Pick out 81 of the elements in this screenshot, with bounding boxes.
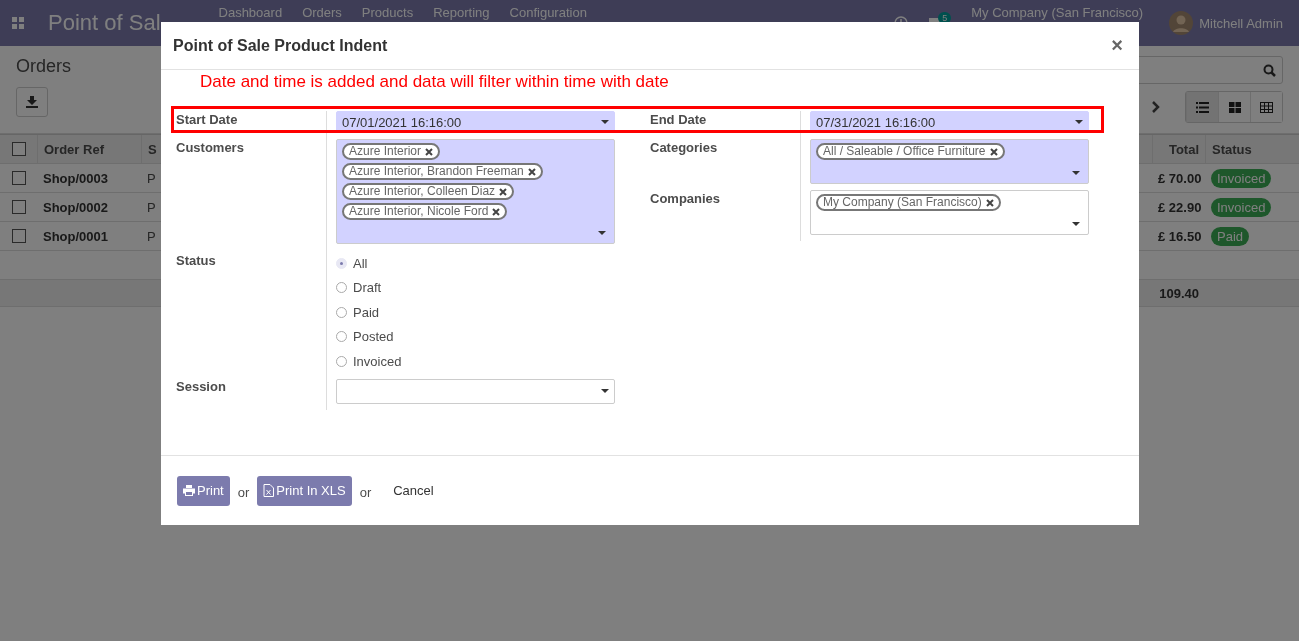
printer-icon <box>183 485 195 496</box>
radio-option[interactable]: All <box>336 254 614 273</box>
status-badge: Invoiced <box>1211 197 1272 217</box>
list-icon <box>1196 101 1209 113</box>
table-cell: P <box>147 170 156 186</box>
tags-field[interactable]: Azure Interior Azure Interior, Brandon Freeman Azure Interior, Colleen Diaz Azure Interior, Nicole Ford <box>336 139 615 244</box>
radio-option[interactable]: Paid <box>336 303 614 322</box>
table-cell: P <box>147 199 156 215</box>
radio-option[interactable]: Draft <box>336 278 614 297</box>
download-icon <box>26 96 38 108</box>
table-cell-text: Shop/0003 <box>42 170 110 186</box>
app-title: Point of Sal <box>48 10 161 36</box>
field-label: End Date <box>650 111 708 129</box>
radio-button[interactable] <box>336 306 347 318</box>
select-all-checkbox[interactable] <box>11 142 26 156</box>
field-label: Customers <box>176 139 245 157</box>
table-cell-text: £ 16.50 <box>1157 228 1203 244</box>
spreadsheet-file-icon <box>263 484 275 497</box>
caret-icon <box>1075 120 1083 124</box>
column-header[interactable]: Status <box>1205 135 1299 163</box>
download-button[interactable] <box>16 87 48 117</box>
field-label: Categories <box>650 139 719 157</box>
print-xls-button[interactable]: Print In XLS <box>257 475 352 506</box>
table-cell-text: £ 70.00 <box>1157 170 1203 186</box>
date-field[interactable]: 07/31/2021 16:16:00 <box>810 111 1089 133</box>
table-icon <box>1260 101 1273 113</box>
pivot-view-button[interactable] <box>1250 92 1282 122</box>
caret-icon <box>1072 171 1080 175</box>
table-cell-text: Shop/0002 <box>42 199 110 215</box>
remove-icon[interactable] <box>425 147 434 156</box>
row-checkbox[interactable] <box>11 229 26 243</box>
print-button[interactable]: Print <box>177 475 230 506</box>
tag[interactable]: Azure Interior, Brandon Freeman <box>342 163 543 180</box>
tag[interactable]: My Company (San Francisco) <box>816 194 1001 211</box>
date-field[interactable]: 07/01/2021 16:16:00 <box>336 111 615 133</box>
radio-button[interactable] <box>336 282 347 294</box>
dialog-title: Point of Sale Product Indent <box>173 36 388 55</box>
kanban-icon <box>1228 101 1241 113</box>
table-cell-text: £ 22.90 <box>1157 199 1203 215</box>
table-cell: P <box>147 228 156 244</box>
field-label: Session <box>176 377 227 396</box>
remove-icon[interactable] <box>989 147 998 156</box>
field-label: Status <box>176 252 217 270</box>
list-view-button[interactable] <box>1186 92 1218 122</box>
page-title: Orders <box>16 56 71 77</box>
tag[interactable]: Azure Interior, Colleen Diaz <box>342 183 515 200</box>
tags-field[interactable]: My Company (San Francisco) <box>810 190 1089 235</box>
field-label: Start Date <box>176 111 239 129</box>
caret-icon <box>598 231 606 235</box>
remove-icon[interactable] <box>985 198 994 207</box>
field-label: Companies <box>650 190 722 208</box>
remove-icon[interactable] <box>499 187 508 196</box>
column-header[interactable]: Order Ref <box>37 135 141 163</box>
radio-option[interactable]: Posted <box>336 327 614 346</box>
search-icon <box>1263 63 1276 77</box>
status-badge: Invoiced <box>1211 168 1272 188</box>
remove-icon[interactable] <box>527 167 536 176</box>
tag[interactable]: All / Saleable / Office Furniture <box>816 143 1005 160</box>
remove-icon[interactable] <box>492 207 501 216</box>
row-checkbox[interactable] <box>11 200 26 214</box>
caret-icon <box>601 120 609 124</box>
radio-button[interactable] <box>336 331 347 343</box>
table-cell-text: Shop/0001 <box>42 228 110 244</box>
column-header[interactable]: Total <box>1152 135 1205 163</box>
apps-icon[interactable] <box>12 17 24 29</box>
cancel-link[interactable]: Cancel <box>393 483 434 498</box>
radio-button[interactable] <box>336 355 347 367</box>
caret-icon <box>601 389 609 393</box>
separator-text: or <box>358 485 373 500</box>
next-page-icon[interactable] <box>1152 101 1160 113</box>
total-sum: 109.40 <box>1158 285 1200 301</box>
tag[interactable]: Azure Interior, Nicole Ford <box>342 203 508 220</box>
tag[interactable]: Azure Interior <box>342 143 441 160</box>
row-checkbox[interactable] <box>11 171 26 185</box>
close-button[interactable]: × <box>1107 34 1127 57</box>
radio-option[interactable]: Invoiced <box>336 352 614 371</box>
separator-text: or <box>236 485 251 500</box>
annotation-text: Date and time is added and data will filter within time with date <box>200 72 670 92</box>
caret-icon <box>1072 222 1080 226</box>
status-badge: Paid <box>1211 226 1250 246</box>
tags-field[interactable]: All / Saleable / Office Furniture <box>810 139 1089 184</box>
